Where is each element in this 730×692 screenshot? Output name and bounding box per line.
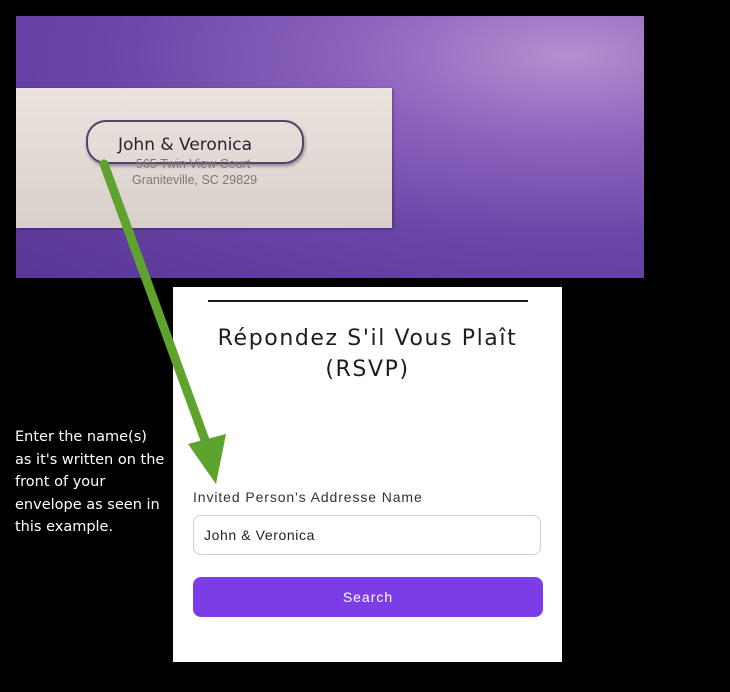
title-divider [208, 300, 528, 302]
rsvp-form-card: Répondez S'il Vous Plaît (RSVP) Invited … [173, 287, 562, 662]
envelope-street: 565 Twin View Court [136, 157, 251, 171]
search-button[interactable]: Search [193, 577, 543, 617]
addressee-name-label: Invited Person's Addresse Name [193, 489, 423, 505]
rsvp-title: Répondez S'il Vous Plaît (RSVP) [217, 326, 518, 382]
addressee-name-input[interactable] [193, 515, 541, 555]
envelope-recipient-name: John & Veronica [118, 135, 253, 155]
envelope-city-line: Graniteville, SC 29829 [132, 173, 258, 187]
address-label: John & Veronica 565 Twin View Court Gran… [16, 88, 392, 228]
instruction-text: Enter the name(s) as it's written on the… [15, 429, 165, 535]
envelope-example-image: John & Veronica 565 Twin View Court Gran… [16, 16, 644, 278]
